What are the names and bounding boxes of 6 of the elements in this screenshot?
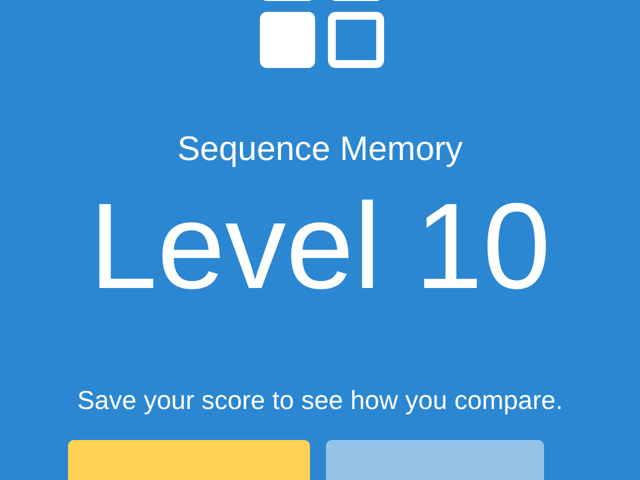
- secondary-button[interactable]: [326, 440, 544, 480]
- save-score-message: Save your score to see how you compare.: [77, 385, 563, 415]
- save-score-button[interactable]: [68, 440, 310, 480]
- grid-icon: [258, 0, 384, 69]
- level-text: Level 10: [89, 181, 551, 311]
- game-title: Sequence Memory: [177, 129, 463, 169]
